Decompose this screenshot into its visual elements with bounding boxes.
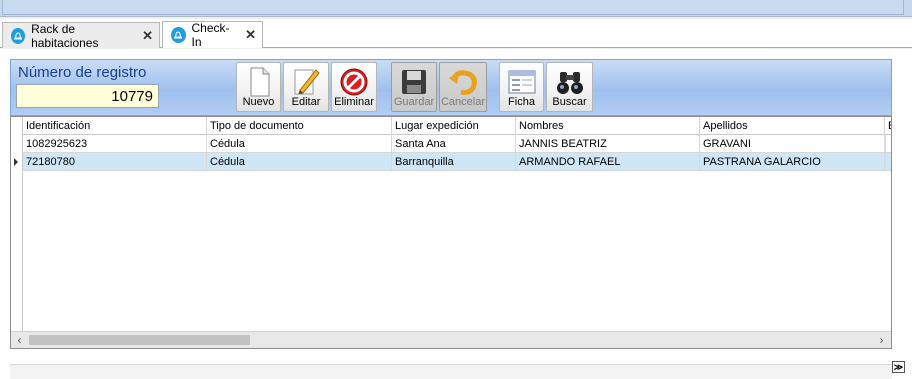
- row-header[interactable]: [11, 135, 23, 153]
- column-header-tipo-documento[interactable]: Tipo de documento: [207, 117, 392, 135]
- column-header-apellidos[interactable]: Apellidos: [700, 117, 885, 135]
- toolbar: Número de registro 10779 Nuevo Editar El…: [10, 59, 892, 116]
- registro-field[interactable]: 10779: [16, 84, 159, 108]
- column-divider: [885, 135, 886, 171]
- cell-apellidos[interactable]: GRAVANI: [700, 135, 885, 153]
- cell-nombres[interactable]: JANNIS BEATRIZ: [516, 135, 700, 153]
- row-header-gutter: [11, 171, 23, 331]
- table-row[interactable]: 1082925623 Cédula Santa Ana JANNIS BEATR…: [11, 135, 891, 153]
- tab-check-in[interactable]: Check-In ✕: [162, 21, 263, 49]
- column-header-nombres[interactable]: Nombres: [516, 117, 700, 135]
- floppy-disk-icon: [402, 70, 426, 94]
- pencil-icon: [294, 69, 320, 95]
- scroll-left-icon[interactable]: ‹: [11, 332, 28, 348]
- top-band-inner: [2, 0, 904, 15]
- tab-label: Rack de habitaciones: [31, 21, 99, 50]
- cell-lugar-expedicion[interactable]: Barranquilla: [392, 153, 516, 171]
- cell-tipo-documento[interactable]: Cédula: [207, 135, 392, 153]
- table-row[interactable]: 72180780 Cédula Barranquilla ARMANDO RAF…: [11, 153, 891, 171]
- close-icon[interactable]: ✕: [245, 27, 256, 43]
- column-header-lugar-expedicion[interactable]: Lugar expedición: [392, 117, 516, 135]
- row-header[interactable]: [11, 153, 23, 171]
- close-icon[interactable]: ✕: [142, 28, 153, 44]
- eliminar-button[interactable]: Eliminar: [331, 62, 377, 112]
- tab-strip: Rack de habitaciones ✕ Check-In ✕: [0, 19, 912, 50]
- grid-header: Identificación Tipo de documento Lugar e…: [11, 117, 891, 135]
- cell-nombres[interactable]: ARMANDO RAFAEL: [516, 153, 700, 171]
- current-row-arrow-icon: [14, 158, 18, 166]
- new-document-icon: [250, 67, 269, 97]
- cancelar-button[interactable]: Cancelar: [439, 62, 487, 112]
- bottom-panel: [10, 364, 892, 379]
- cell-lugar-expedicion[interactable]: Santa Ana: [392, 135, 516, 153]
- editar-button[interactable]: Editar: [283, 62, 329, 112]
- top-band: [0, 0, 912, 17]
- binoculars-icon: [556, 72, 583, 94]
- buscar-button[interactable]: Buscar: [546, 62, 593, 112]
- bell-icon: [11, 27, 26, 44]
- tab-label: Check-In: [191, 21, 230, 49]
- registro-label: Número de registro: [18, 64, 147, 81]
- column-header-identificacion[interactable]: Identificación: [23, 117, 207, 135]
- undo-arrow-icon: [449, 70, 477, 95]
- horizontal-scrollbar[interactable]: ‹ ›: [11, 331, 891, 348]
- cell-identificacion[interactable]: 72180780: [23, 153, 207, 171]
- huespedes-grid[interactable]: Identificación Tipo de documento Lugar e…: [10, 116, 892, 349]
- header-corner: [11, 117, 23, 135]
- cell-identificacion[interactable]: 1082925623: [23, 135, 207, 153]
- delete-icon: [340, 68, 368, 96]
- cell-tipo-documento[interactable]: Cédula: [207, 153, 392, 171]
- cell-apellidos[interactable]: PASTRANA GALARCIO: [700, 153, 885, 171]
- nuevo-button[interactable]: Nuevo: [236, 62, 281, 112]
- bell-icon: [171, 27, 186, 43]
- column-header-partial[interactable]: E: [885, 117, 891, 135]
- check-in-panel: Número de registro 10779 Nuevo Editar El…: [0, 49, 912, 379]
- collapse-panel-icon[interactable]: ≫: [892, 361, 905, 373]
- form-window-icon: [508, 70, 535, 94]
- scroll-right-icon[interactable]: ›: [873, 332, 890, 348]
- scroll-thumb[interactable]: [29, 335, 250, 345]
- ficha-button[interactable]: Ficha: [499, 62, 544, 112]
- guardar-button[interactable]: Guardar: [391, 62, 437, 112]
- tab-rack-habitaciones[interactable]: Rack de habitaciones ✕: [2, 21, 160, 50]
